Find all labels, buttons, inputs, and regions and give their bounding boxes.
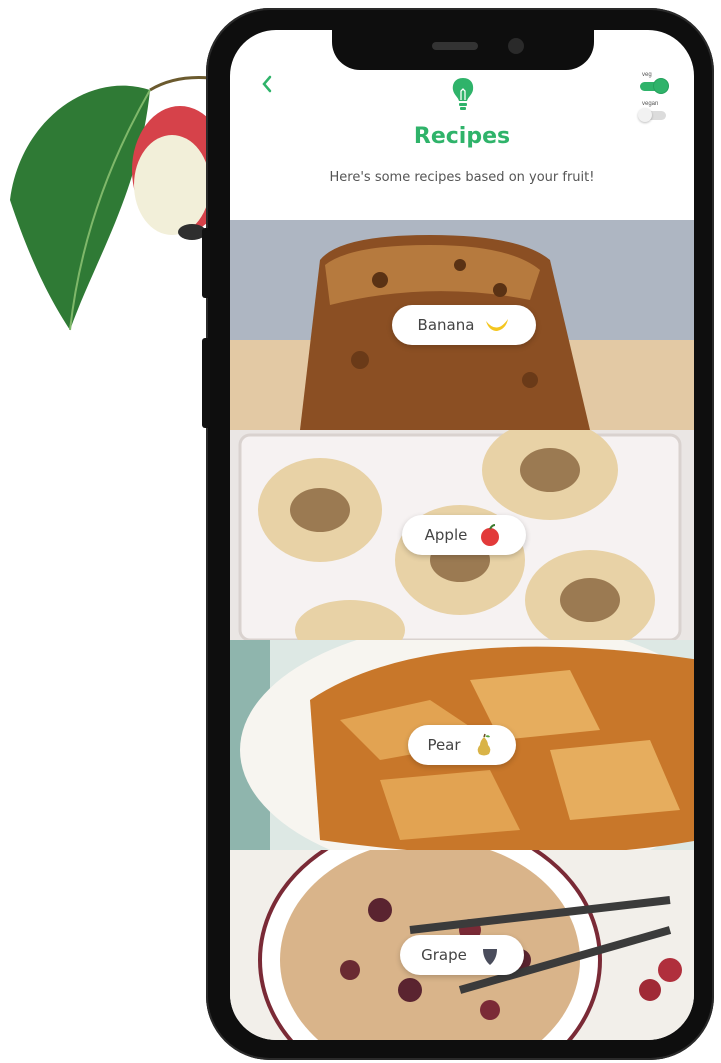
chevron-left-icon [262,75,272,93]
lightbulb-icon [452,78,474,110]
recipe-pill-grape: Grape [400,935,524,975]
vegan-toggle-label: vegan [642,101,659,107]
recipe-card-grape[interactable]: Grape [230,850,694,1040]
back-button[interactable] [260,74,284,98]
veg-toggle[interactable] [640,79,668,93]
recipe-card-pear[interactable]: Pear [230,640,694,850]
camera [508,38,524,54]
recipe-label-pear: Pear [427,736,461,754]
recipe-pill-banana: Banana [392,305,536,345]
recipe-label-grape: Grape [421,946,467,964]
recipe-label-apple: Apple [424,526,468,544]
pear-icon [477,733,490,756]
grape-icon [482,949,497,965]
vegan-toggle[interactable] [638,108,666,122]
recipe-list: Banana Apple Pear Grape [230,220,694,1040]
recipe-card-banana[interactable]: Banana [230,220,694,430]
page-title: Recipes [413,124,511,149]
apple-icon [481,524,500,546]
volume-down-button [202,338,210,428]
phone-frame: veg vegan Recipes Here's some recipes ba… [202,8,714,1060]
page-subtitle: Here's some recipes based on your fruit! [329,170,595,185]
speaker [432,42,478,50]
recipe-pill-apple: Apple [402,515,526,555]
phone-notch [332,30,594,70]
recipe-label-banana: Banana [417,316,475,334]
recipe-card-apple[interactable]: Apple [230,430,694,640]
veg-toggle-label: veg [642,72,652,78]
diet-toggles: veg vegan [638,72,678,130]
recipe-pill-pear: Pear [408,725,516,765]
volume-up-button [202,228,210,298]
banana-icon [486,319,509,331]
app-screen: veg vegan Recipes Here's some recipes ba… [230,30,694,1040]
